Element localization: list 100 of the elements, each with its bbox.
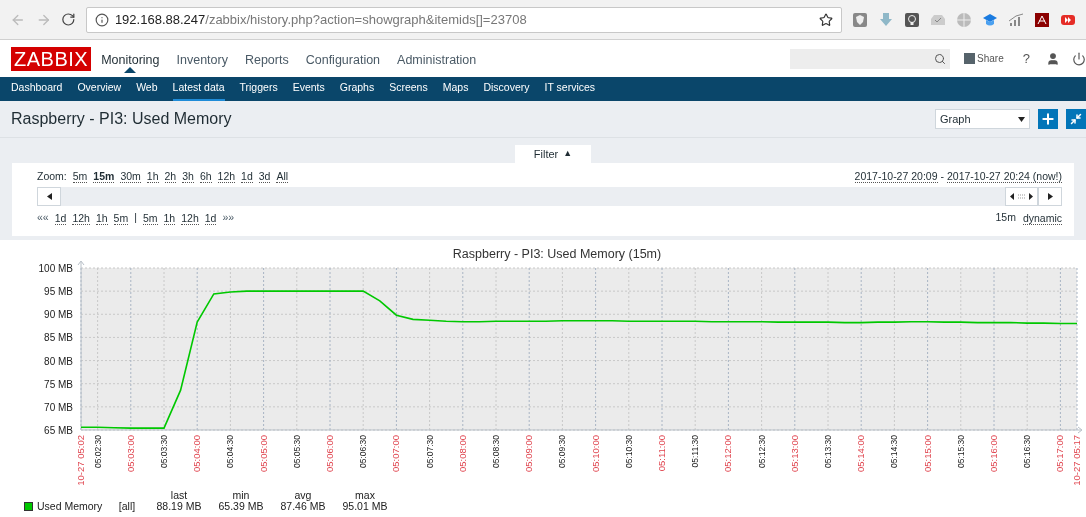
legend-value: 65.39 MB bbox=[217, 501, 265, 512]
main-menu-item[interactable]: Administration bbox=[397, 52, 477, 67]
from-date-link[interactable]: 2017-10-27 20:09 bbox=[854, 170, 938, 183]
submenu-item[interactable]: Overview bbox=[77, 77, 122, 101]
step-back-link[interactable]: 5m bbox=[113, 211, 129, 225]
range-dash: - bbox=[940, 168, 944, 184]
legend-value: 88.19 MB bbox=[155, 501, 203, 512]
submenu-item[interactable]: Latest data bbox=[172, 77, 225, 101]
zoom-link[interactable]: 1d bbox=[241, 170, 253, 183]
to-date-link[interactable]: 2017-10-27 20:24 (now!) bbox=[947, 170, 1062, 183]
address-bar[interactable]: 192.168.88.247/zabbix/history.php?action=showgraph&itemids[]=23708 bbox=[85, 6, 842, 33]
y-tick-label: 90 MB bbox=[44, 309, 73, 321]
step-forward-link[interactable]: 1h bbox=[163, 211, 176, 225]
main-menu-item[interactable]: Inventory bbox=[176, 52, 228, 67]
pdf-icon[interactable] bbox=[1034, 11, 1050, 28]
legend-value: 95.01 MB bbox=[341, 501, 389, 512]
zoom-link[interactable]: 5m bbox=[72, 170, 88, 183]
submenu-item[interactable]: Maps bbox=[442, 77, 469, 101]
x-tick-label: 05:07:30 bbox=[424, 435, 435, 469]
zoom-link[interactable]: All bbox=[276, 170, 289, 183]
left-arrow-icon bbox=[46, 193, 52, 200]
search-icon[interactable] bbox=[934, 52, 947, 65]
x-tick-label: 05:12:30 bbox=[756, 435, 767, 469]
zoom-link[interactable]: 30m bbox=[120, 170, 141, 183]
x-tick-label: 05:06:00 bbox=[324, 435, 335, 472]
submenu-item[interactable]: Events bbox=[292, 77, 325, 101]
zoom-link[interactable]: 3h bbox=[182, 170, 194, 183]
x-tick-label: 10-27 05:02 bbox=[75, 435, 86, 486]
zoom-link[interactable]: 12h bbox=[217, 170, 236, 183]
graduation-cap-icon[interactable] bbox=[982, 11, 998, 28]
step-back-link[interactable]: 1d bbox=[54, 211, 67, 225]
forward-all-link[interactable]: »» bbox=[222, 210, 235, 226]
search-field[interactable] bbox=[790, 48, 951, 69]
legend-header: avg bbox=[294, 490, 312, 501]
x-tick-label: 05:13:30 bbox=[823, 435, 833, 469]
main-menu-item[interactable]: Configuration bbox=[305, 52, 381, 67]
view-select[interactable]: Graph bbox=[935, 109, 1030, 129]
lightbulb-icon[interactable] bbox=[904, 11, 920, 28]
zoom-link[interactable]: 2h bbox=[164, 170, 177, 183]
zoom-link[interactable]: 15m bbox=[93, 170, 115, 183]
scroll-left-button[interactable] bbox=[37, 187, 61, 206]
x-tick-label: 05:17:00 bbox=[1054, 435, 1066, 472]
back-all-link[interactable]: «« bbox=[37, 210, 49, 226]
power-icon[interactable] bbox=[1072, 51, 1086, 66]
submenu-item[interactable]: Triggers bbox=[239, 77, 278, 101]
submenu-item[interactable]: Graphs bbox=[339, 77, 375, 101]
main-menu-item[interactable]: Monitoring bbox=[101, 52, 160, 67]
page-title: Raspberry - PI3: Used Memory bbox=[11, 109, 232, 129]
period-separator: | bbox=[134, 210, 137, 226]
x-tick-label: 05:05:30 bbox=[291, 435, 302, 469]
x-tick-label: 05:03:30 bbox=[159, 435, 169, 469]
share-link[interactable]: Share bbox=[977, 51, 1004, 66]
main-menu-item[interactable]: Reports bbox=[244, 52, 289, 67]
period-mode-link[interactable]: dynamic bbox=[1022, 211, 1062, 225]
y-tick-label: 85 MB bbox=[44, 332, 73, 344]
right-arrow-icon bbox=[1047, 193, 1053, 200]
x-tick-label: 10-27 05:17 bbox=[1071, 435, 1082, 486]
x-tick-label: 05:15:00 bbox=[921, 435, 933, 472]
collapse-arrow: ▲ bbox=[563, 147, 573, 161]
submenu-item[interactable]: Web bbox=[136, 77, 158, 101]
scroll-handle[interactable] bbox=[1005, 187, 1038, 206]
x-tick-label: 05:03:00 bbox=[124, 435, 136, 472]
add-button[interactable] bbox=[1038, 109, 1058, 129]
x-tick-label: 05:08:00 bbox=[456, 435, 468, 472]
filter-tab[interactable]: Filter ▲ bbox=[515, 145, 591, 163]
y-tick-label: 70 MB bbox=[44, 401, 73, 413]
legend-header: max bbox=[354, 490, 376, 501]
scroll-right-button[interactable] bbox=[1038, 187, 1062, 206]
chart-title: Raspberry - PI3: Used Memory (15m) bbox=[452, 247, 662, 261]
signal-bars-icon[interactable] bbox=[1008, 11, 1024, 28]
zabbix-logo[interactable]: ZABBIX bbox=[11, 46, 92, 71]
step-back-link[interactable]: 1h bbox=[95, 211, 108, 225]
y-tick-label: 95 MB bbox=[44, 286, 73, 298]
user-icon[interactable] bbox=[1046, 51, 1060, 66]
help-link[interactable]: ? bbox=[1022, 48, 1030, 69]
url-text: 192.168.88.247/zabbix/history.php?action=showgraph&itemids[]=23708 bbox=[114, 10, 527, 29]
period-length: 15m bbox=[995, 210, 1016, 226]
reload-icon[interactable] bbox=[61, 12, 76, 27]
zoom-link[interactable]: 1h bbox=[146, 170, 159, 183]
x-tick-label: 05:06:30 bbox=[358, 435, 369, 469]
caret-icon bbox=[1018, 116, 1025, 122]
step-back-link[interactable]: 12h bbox=[72, 211, 90, 225]
x-tick-label: 05:14:00 bbox=[855, 435, 867, 472]
legend-value: 87.46 MB bbox=[279, 501, 327, 512]
submenu-item[interactable]: IT services bbox=[544, 77, 596, 101]
star-icon[interactable] bbox=[819, 12, 833, 27]
submenu-item[interactable]: Dashboard bbox=[11, 77, 63, 101]
shield-icon[interactable] bbox=[852, 11, 868, 28]
zoom-link[interactable]: 6h bbox=[199, 170, 212, 183]
x-tick-label: 05:05:00 bbox=[257, 435, 269, 472]
step-forward-link[interactable]: 5m bbox=[142, 211, 158, 225]
step-forward-link[interactable]: 12h bbox=[181, 211, 199, 225]
step-forward-link[interactable]: 1d bbox=[204, 211, 217, 225]
submenu-item[interactable]: Discovery bbox=[483, 77, 530, 101]
fullscreen-button[interactable] bbox=[1066, 109, 1086, 129]
x-tick-label: 05:16:30 bbox=[1022, 435, 1033, 469]
zoom-link[interactable]: 3d bbox=[258, 170, 271, 183]
submenu-item[interactable]: Screens bbox=[389, 77, 428, 101]
y-tick-label: 65 MB bbox=[44, 425, 73, 436]
x-tick-label: 05:10:30 bbox=[623, 435, 634, 469]
